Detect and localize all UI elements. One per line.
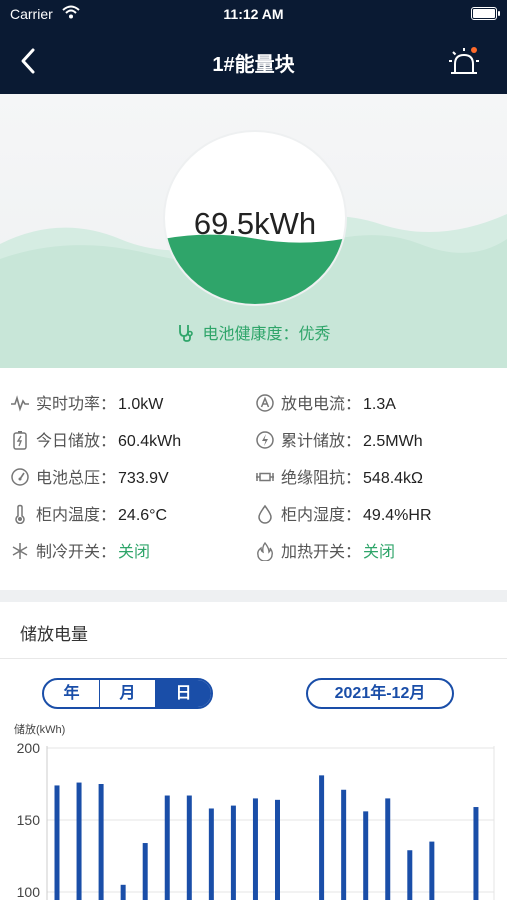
alarm-light-icon — [449, 47, 479, 74]
metric-value: 24.6°C — [118, 507, 168, 524]
metric-value: 60.4kWh — [118, 433, 182, 450]
battery-health: 电池健康度：优秀 — [0, 320, 507, 344]
metric-label: 柜内温度： — [36, 507, 117, 524]
metric-power: 实时功率： 1.0kW — [10, 393, 163, 417]
gauge-icon — [11, 468, 29, 486]
metric-label: 累计储放： — [281, 433, 362, 450]
metric-value: 1.3A — [363, 396, 396, 413]
bar — [120, 884, 126, 900]
stethoscope-icon — [179, 325, 194, 342]
bar — [341, 789, 347, 900]
metric-label: 绝缘阻抗： — [281, 470, 362, 487]
battery-icon — [471, 7, 500, 20]
metric-current: 放电电流： 1.3A — [255, 393, 396, 417]
alarm-button[interactable] — [447, 44, 481, 78]
pulse-icon — [11, 395, 29, 412]
metric-label: 制冷开关： — [36, 544, 117, 561]
energy-value: 69.5kWh — [193, 206, 317, 241]
bar — [275, 799, 280, 900]
y-tick-label: 100 — [17, 884, 41, 900]
metric-cooling: 制冷开关： 关闭 — [10, 541, 150, 565]
ampere-icon — [256, 394, 274, 412]
bar — [76, 782, 82, 900]
metric-label: 柜内湿度： — [281, 507, 362, 524]
metric-heating: 加热开关： 关闭 — [255, 541, 395, 565]
metric-value: 548.4kΩ — [363, 470, 424, 487]
energy-chart-card: 储放电量 年 月 日 2021年-12月 储放(kWh) 100 150 200 — [0, 602, 507, 900]
bar — [363, 811, 369, 900]
status-bar: Carrier 11:12 AM — [0, 0, 507, 28]
metrics-panel: 实时功率： 1.0kW 放电电流： 1.3A 今日储放： 60.4kWh 累计储放： 2… — [0, 368, 507, 590]
y-axis-label: 储放(kWh) — [14, 722, 65, 736]
bar — [186, 795, 192, 900]
metric-label: 实时功率： — [36, 396, 117, 413]
chart-section-title: 储放电量 — [20, 625, 88, 644]
bar — [385, 798, 391, 900]
battery-charge-icon — [13, 431, 27, 450]
tab-month[interactable]: 月 — [99, 680, 155, 707]
cumulative-icon — [256, 431, 274, 449]
metric-insulation: 绝缘阻抗： 548.4kΩ — [255, 467, 423, 491]
tab-year[interactable]: 年 — [44, 680, 99, 707]
bar — [230, 805, 236, 900]
bar — [142, 843, 148, 900]
bar — [319, 775, 325, 900]
bar — [208, 808, 214, 900]
metric-label: 放电电流： — [281, 396, 362, 413]
bar — [164, 795, 170, 900]
date-picker-button[interactable]: 2021年-12月 — [306, 678, 454, 709]
status-time: 11:12 AM — [223, 6, 284, 22]
flame-icon — [257, 541, 273, 561]
energy-gauge: 69.5kWh — [165, 132, 345, 304]
period-segmented-control: 年 月 日 — [42, 678, 213, 709]
droplet-icon — [258, 504, 272, 524]
metric-voltage: 电池总压： 733.9V — [10, 467, 169, 491]
y-tick-label: 200 — [17, 740, 41, 756]
metric-label: 今日储放： — [36, 433, 117, 450]
health-text: 电池健康度：优秀 — [202, 326, 331, 343]
bar-chart: 储放(kWh) 100 150 200 — [14, 722, 495, 900]
divider — [0, 658, 507, 659]
bar — [407, 850, 413, 900]
bar — [252, 798, 258, 900]
metric-value: 49.4%HR — [363, 507, 432, 524]
metric-cumulative: 累计储放： 2.5MWh — [255, 430, 423, 454]
page-title: 1#能量块 — [212, 54, 295, 76]
nav-bar: 1#能量块 — [0, 28, 507, 94]
metric-temperature: 柜内温度： 24.6°C — [10, 504, 167, 528]
snowflake-icon — [12, 543, 28, 559]
metric-label: 电池总压： — [36, 470, 117, 487]
metric-value: 2.5MWh — [363, 433, 423, 450]
bar — [429, 841, 435, 900]
metric-humidity: 柜内湿度： 49.4%HR — [255, 504, 432, 528]
thermometer-icon — [15, 504, 25, 524]
y-tick-label: 150 — [17, 812, 41, 828]
metric-label: 加热开关： — [281, 544, 362, 561]
metric-value: 关闭 — [118, 544, 151, 561]
bar — [54, 785, 60, 900]
metric-value: 733.9V — [118, 470, 169, 487]
metric-value: 1.0kW — [118, 396, 164, 413]
bar — [98, 784, 104, 900]
battery-hero: 69.5kWh 电池健康度：优秀 — [0, 94, 507, 368]
metric-today: 今日储放： 60.4kWh — [10, 430, 181, 454]
resistor-icon — [256, 472, 274, 482]
tab-day[interactable]: 日 — [155, 680, 211, 707]
bar — [473, 807, 479, 900]
metric-value: 关闭 — [363, 544, 396, 561]
energy-liquid — [165, 234, 345, 304]
